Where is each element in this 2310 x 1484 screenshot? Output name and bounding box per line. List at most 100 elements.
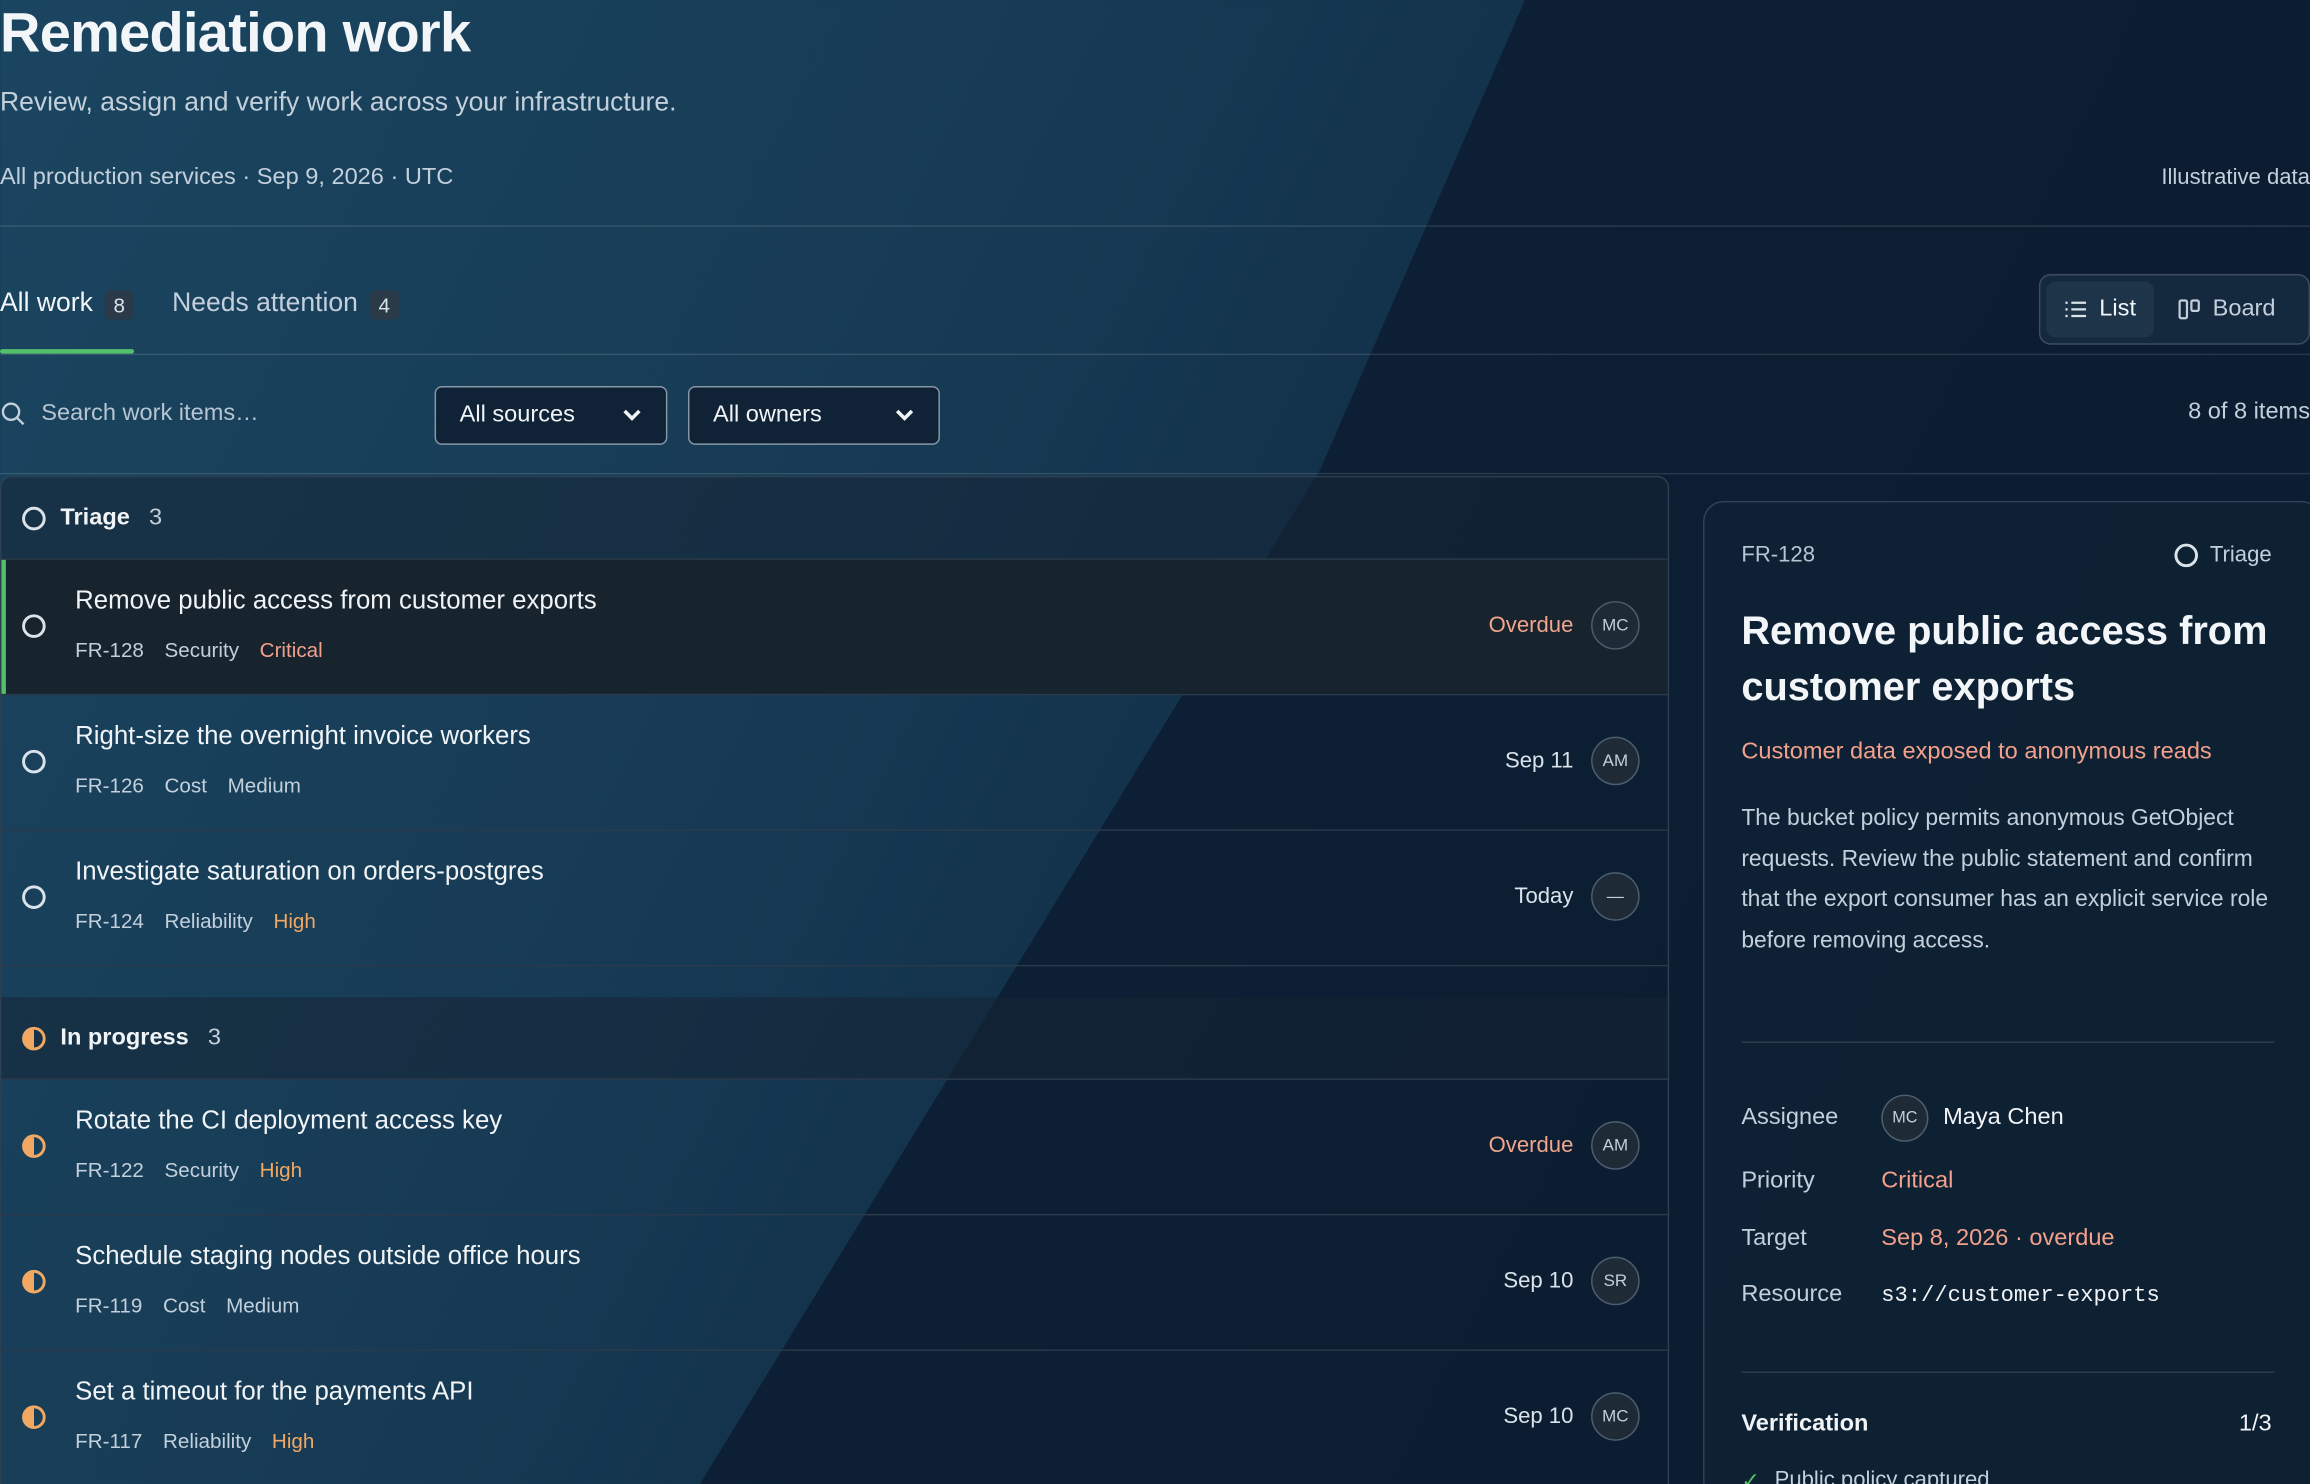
chevron-down-icon [895, 409, 914, 421]
work-item-priority: High [259, 1157, 303, 1182]
assignee-label: Assignee [1741, 1104, 1839, 1130]
work-item-priority: High [271, 1429, 315, 1453]
page-title: Remediation work [0, 2, 471, 65]
resource-value: s3://customer-exports [1881, 1283, 2160, 1309]
detail-description: The bucket policy permits anonymous GetO… [1741, 805, 2269, 953]
verification-check-label: Public policy captured [1774, 1467, 1990, 1484]
work-item-title: Right-size the overnight invoice workers [75, 720, 531, 750]
work-item-meta: FR-128 Security Critical [75, 638, 323, 662]
item-count: 8 of 8 items [2188, 399, 2310, 425]
work-item-title: Schedule staging nodes outside office ho… [75, 1240, 581, 1270]
work-item-title: Set a timeout for the payments API [75, 1375, 474, 1406]
work-item-meta: FR-119 Cost Medium [75, 1293, 299, 1317]
work-item-title: Investigate saturation on orders-postgre… [75, 855, 544, 886]
page-subtitle: Review, assign and verify work across yo… [0, 86, 677, 117]
work-item-id: FR-122 [75, 1157, 144, 1182]
sources-select-value: All sources [459, 402, 575, 428]
search-input[interactable] [41, 400, 410, 428]
tab-label: Needs attention [172, 287, 358, 317]
half-circle-icon [22, 1134, 46, 1158]
assignee-name: Maya Chen [1943, 1104, 2064, 1130]
half-circle-icon [22, 1026, 46, 1050]
group-header-triage[interactable]: Triage 3 [1, 477, 1668, 559]
work-item-row[interactable]: Set a timeout for the payments API FR-11… [1, 1349, 1668, 1484]
work-item-category: Reliability [164, 908, 253, 933]
work-item-title: Remove public access from customer expor… [75, 584, 597, 615]
avatar: MC [1591, 1392, 1640, 1441]
verification-check[interactable]: ✓ Public policy captured [1741, 1467, 1989, 1484]
work-item-priority: Medium [227, 773, 301, 798]
group-spacer [1, 964, 1668, 997]
work-item-due: Sep 10 [1503, 1268, 1574, 1294]
verification-heading: Verification [1741, 1411, 1869, 1437]
circle-outline-icon [22, 749, 46, 774]
resource-label: Resource [1741, 1281, 1843, 1307]
work-item-meta: FR-124 Reliability High [75, 909, 316, 933]
avatar: MC [1591, 601, 1640, 650]
search-icon [1, 402, 25, 426]
group-name: In progress [60, 1024, 189, 1050]
check-icon: ✓ [1741, 1468, 1760, 1484]
work-item-id: FR-117 [75, 1429, 143, 1453]
work-item-id: FR-124 [75, 908, 144, 933]
view-toggle: List Board [2038, 274, 2310, 345]
group-name: Triage [60, 504, 130, 530]
work-item-row[interactable]: Rotate the CI deployment access key FR-1… [1, 1078, 1668, 1214]
work-item-category: Security [164, 1157, 240, 1182]
board-icon [2178, 299, 2200, 320]
list-icon [2065, 301, 2087, 318]
work-item-category: Reliability [163, 1429, 252, 1453]
divider [0, 225, 2310, 227]
board-view-button[interactable]: Board [2160, 281, 2294, 337]
work-item-row[interactable]: Right-size the overnight invoice workers… [1, 693, 1668, 830]
tab-label: All work [0, 287, 93, 317]
scope-text: All production services · Sep 9, 2026 · … [0, 164, 454, 191]
verification-progress: 1/3 [2238, 1411, 2272, 1437]
owners-select[interactable]: All owners [687, 385, 940, 445]
work-item-row[interactable]: Remove public access from customer expor… [1, 558, 1668, 694]
work-item-title: Rotate the CI deployment access key [75, 1104, 503, 1135]
work-item-due: Overdue [1488, 1132, 1574, 1158]
work-item-category: Security [164, 637, 240, 662]
detail-summary: Customer data exposed to anonymous reads [1741, 739, 2212, 765]
detail-status[interactable]: Triage [2174, 542, 2272, 568]
detail-panel: FR-128 Triage Remove public access from … [1703, 500, 2310, 1484]
board-label: Board [2212, 296, 2276, 322]
illustrative-note: Illustrative data [2161, 164, 2310, 191]
tab-all-work[interactable]: All work 8 [0, 265, 134, 354]
target-value: Sep 8, 2026 · overdue [1881, 1225, 2115, 1251]
divider [1741, 1371, 2275, 1374]
work-item-meta: FR-117 Reliability High [75, 1429, 314, 1453]
sources-select[interactable]: All sources [434, 385, 668, 445]
circle-outline-icon [22, 614, 46, 638]
tab-count: 4 [369, 290, 399, 320]
divider [0, 353, 2310, 356]
page: Remediation work Review, assign and veri… [0, 0, 2310, 1484]
avatar: AM [1591, 1121, 1640, 1170]
avatar: — [1591, 872, 1640, 921]
list-view-button[interactable]: List [2046, 281, 2154, 338]
work-item-meta: FR-126 Cost Medium [75, 773, 301, 797]
group-count: 3 [149, 504, 163, 530]
work-item-due: Sep 10 [1503, 1403, 1574, 1430]
group-header-in-progress[interactable]: In progress 3 [1, 997, 1668, 1079]
circle-outline-icon [22, 506, 46, 530]
detail-id: FR-128 [1741, 542, 1816, 568]
assignee-value[interactable]: MC Maya Chen [1881, 1094, 2064, 1142]
divider [1741, 1041, 2275, 1044]
work-item-due: Overdue [1488, 612, 1574, 638]
tab-count: 8 [104, 290, 134, 320]
work-item-due: Today [1514, 883, 1574, 909]
work-item-row[interactable]: Investigate saturation on orders-postgre… [1, 829, 1668, 965]
search-box [0, 392, 412, 436]
work-item-category: Cost [164, 773, 207, 798]
detail-status-label: Triage [2209, 542, 2272, 568]
half-circle-icon [22, 1269, 46, 1294]
work-item-due: Sep 11 [1504, 748, 1574, 774]
priority-value: Critical [1881, 1168, 1954, 1194]
target-label: Target [1741, 1225, 1807, 1251]
divider [0, 472, 2310, 475]
work-item-list: Triage 3 Remove public access from custo… [0, 475, 1670, 1484]
tab-needs-attention[interactable]: Needs attention 4 [172, 265, 399, 353]
work-item-row[interactable]: Schedule staging nodes outside office ho… [1, 1213, 1668, 1350]
